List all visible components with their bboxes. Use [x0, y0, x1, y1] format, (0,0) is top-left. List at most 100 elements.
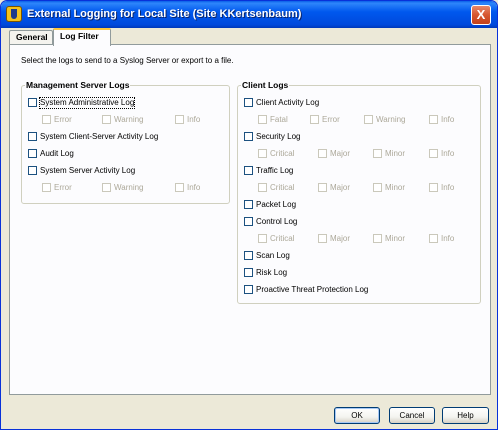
tab-general[interactable]: General — [9, 30, 53, 45]
checkbox[interactable] — [429, 115, 438, 124]
checkbox[interactable] — [429, 149, 438, 158]
checkbox-label: Info — [441, 183, 455, 192]
checkbox[interactable] — [244, 200, 253, 209]
traffic-minor-option[interactable]: Minor — [373, 182, 413, 194]
security-log-option[interactable]: Security Log — [244, 131, 444, 143]
checkbox[interactable] — [28, 98, 37, 107]
checkbox-label: Security Log — [256, 132, 301, 141]
checkbox-label: Info — [441, 234, 455, 243]
checkbox[interactable] — [258, 149, 267, 158]
client-activity-fatal-option[interactable]: Fatal — [258, 114, 298, 126]
proactive-threat-protection-log-option[interactable]: Proactive Threat Protection Log — [244, 284, 474, 296]
close-button[interactable]: X — [471, 5, 491, 25]
checkbox-label: Info — [187, 115, 201, 124]
ok-button[interactable]: OK — [334, 407, 380, 424]
checkbox-label: Client Activity Log — [256, 98, 320, 107]
risk-log-option[interactable]: Risk Log — [244, 267, 444, 279]
server-activity-error-option[interactable]: Error — [42, 182, 92, 194]
checkbox-label: Fatal — [270, 115, 288, 124]
checkbox[interactable] — [28, 166, 37, 175]
checkbox[interactable] — [244, 217, 253, 226]
security-info-option[interactable]: Info — [429, 148, 469, 160]
checkbox[interactable] — [244, 166, 253, 175]
checkbox-label: Major — [330, 149, 351, 158]
checkbox[interactable] — [175, 183, 184, 192]
checkbox[interactable] — [258, 183, 267, 192]
cancel-button[interactable]: Cancel — [389, 407, 435, 424]
audit-log-option[interactable]: Audit Log — [28, 148, 228, 160]
security-minor-option[interactable]: Minor — [373, 148, 413, 160]
control-log-option[interactable]: Control Log — [244, 216, 444, 228]
tab-log-filter[interactable]: Log Filter — [53, 28, 111, 46]
checkbox-label: Packet Log — [256, 200, 297, 209]
checkbox-label: Major — [330, 234, 351, 243]
checkbox[interactable] — [429, 234, 438, 243]
checkbox[interactable] — [310, 115, 319, 124]
checkbox[interactable] — [42, 115, 51, 124]
checkbox[interactable] — [318, 149, 327, 158]
checkbox[interactable] — [28, 149, 37, 158]
help-button[interactable]: Help — [442, 407, 489, 424]
checkbox[interactable] — [244, 285, 253, 294]
checkbox[interactable] — [102, 115, 111, 124]
client-server-activity-log-option[interactable]: System Client-Server Activity Log — [28, 131, 228, 143]
control-critical-option[interactable]: Critical — [258, 233, 304, 245]
checkbox[interactable] — [244, 268, 253, 277]
server-activity-info-option[interactable]: Info — [175, 182, 215, 194]
checkbox-label: System Administrative Log — [38, 97, 136, 109]
security-major-option[interactable]: Major — [318, 148, 358, 160]
system-admin-info-option[interactable]: Info — [175, 114, 215, 126]
checkbox[interactable] — [28, 132, 37, 141]
packet-log-option[interactable]: Packet Log — [244, 199, 444, 211]
traffic-major-option[interactable]: Major — [318, 182, 358, 194]
checkbox-label: Info — [187, 183, 201, 192]
management-server-logs-group: Management Server Logs System Administra… — [21, 80, 230, 204]
checkbox[interactable] — [258, 115, 267, 124]
checkbox[interactable] — [318, 234, 327, 243]
checkbox-label: Error — [54, 183, 72, 192]
checkbox-label: Warning — [376, 115, 406, 124]
system-admin-error-option[interactable]: Error — [42, 114, 92, 126]
traffic-critical-option[interactable]: Critical — [258, 182, 304, 194]
dialog-window: External Logging for Local Site (Site KK… — [0, 0, 498, 430]
client-activity-error-option[interactable]: Error — [310, 114, 350, 126]
system-admin-warning-option[interactable]: Warning — [102, 114, 162, 126]
checkbox-label: System Client-Server Activity Log — [40, 132, 159, 141]
client-activity-warning-option[interactable]: Warning — [364, 114, 420, 126]
checkbox[interactable] — [373, 234, 382, 243]
group-title: Client Logs — [241, 80, 290, 90]
window-title: External Logging for Local Site (Site KK… — [27, 8, 302, 20]
checkbox-label: Minor — [385, 234, 406, 243]
checkbox[interactable] — [175, 115, 184, 124]
checkbox[interactable] — [258, 234, 267, 243]
checkbox-label: Error — [54, 115, 72, 124]
client-activity-log-option[interactable]: Client Activity Log — [244, 97, 444, 109]
checkbox-label: Traffic Log — [256, 166, 294, 175]
checkbox[interactable] — [429, 183, 438, 192]
checkbox[interactable] — [244, 98, 253, 107]
control-minor-option[interactable]: Minor — [373, 233, 413, 245]
checkbox[interactable] — [244, 251, 253, 260]
checkbox[interactable] — [42, 183, 51, 192]
client-logs-group: Client Logs Client Activity Log Fatal Er… — [237, 80, 481, 304]
server-activity-warning-option[interactable]: Warning — [102, 182, 162, 194]
title-bar[interactable]: External Logging for Local Site (Site KK… — [1, 1, 497, 28]
checkbox[interactable] — [244, 132, 253, 141]
control-info-option[interactable]: Info — [429, 233, 469, 245]
server-activity-log-option[interactable]: System Server Activity Log — [28, 165, 228, 177]
client-activity-info-option[interactable]: Info — [429, 114, 469, 126]
checkbox[interactable] — [318, 183, 327, 192]
system-admin-log-option[interactable]: System Administrative Log — [28, 97, 228, 109]
scan-log-option[interactable]: Scan Log — [244, 250, 444, 262]
checkbox[interactable] — [102, 183, 111, 192]
checkbox-label: Risk Log — [256, 268, 288, 277]
checkbox-label: Critical — [270, 149, 295, 158]
checkbox[interactable] — [373, 183, 382, 192]
checkbox[interactable] — [373, 149, 382, 158]
security-critical-option[interactable]: Critical — [258, 148, 304, 160]
traffic-log-option[interactable]: Traffic Log — [244, 165, 444, 177]
traffic-info-option[interactable]: Info — [429, 182, 469, 194]
control-major-option[interactable]: Major — [318, 233, 358, 245]
checkbox-label: System Server Activity Log — [40, 166, 136, 175]
checkbox[interactable] — [364, 115, 373, 124]
